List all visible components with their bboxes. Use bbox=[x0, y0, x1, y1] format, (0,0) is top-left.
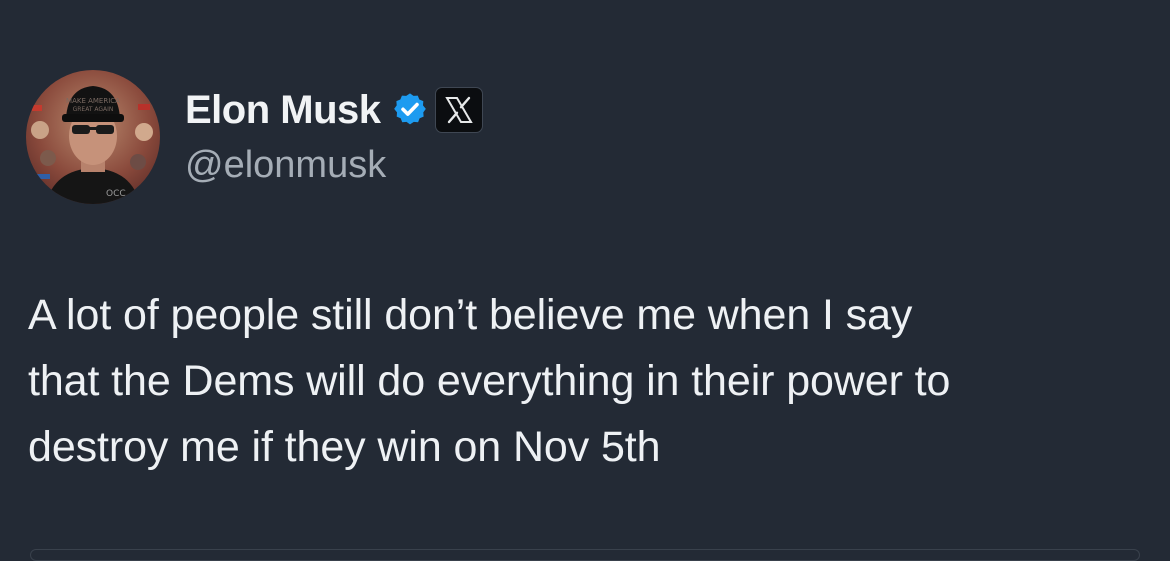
svg-text:MAKE AMERICA: MAKE AMERICA bbox=[66, 97, 120, 105]
tweet-text: A lot of people still don’t believe me w… bbox=[28, 282, 1158, 480]
verified-badge-icon[interactable] bbox=[391, 91, 429, 129]
display-name[interactable]: Elon Musk bbox=[185, 86, 381, 134]
tweet-text-line: that the Dems will do everything in thei… bbox=[28, 357, 951, 405]
avatar[interactable]: MAKE AMERICA GREAT AGAIN OCC bbox=[26, 70, 160, 204]
x-logo-icon[interactable] bbox=[434, 87, 483, 133]
svg-text:GREAT AGAIN: GREAT AGAIN bbox=[73, 106, 114, 113]
tweet-card: MAKE AMERICA GREAT AGAIN OCC Elon Musk @… bbox=[0, 0, 1170, 561]
svg-text:OCC: OCC bbox=[106, 189, 126, 199]
author-name-row: Elon Musk bbox=[185, 86, 483, 134]
quoted-content-edge bbox=[30, 549, 1140, 561]
username-handle[interactable]: @elonmusk bbox=[185, 142, 386, 188]
tweet-text-line: destroy me if they win on Nov 5th bbox=[28, 423, 661, 471]
profile-photo: MAKE AMERICA GREAT AGAIN OCC bbox=[26, 70, 160, 204]
tweet-text-line: A lot of people still don’t believe me w… bbox=[28, 291, 913, 339]
